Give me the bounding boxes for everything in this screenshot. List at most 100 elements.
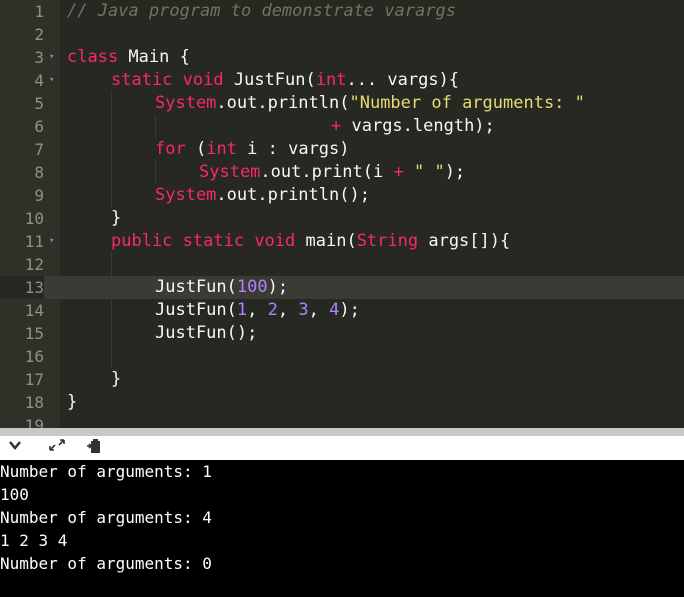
line-number: 18	[24, 393, 44, 412]
code-line[interactable]: 15 JustFun();	[0, 322, 684, 345]
line-number: 19	[24, 416, 44, 428]
code-token: ... vargs){	[346, 70, 460, 90]
keyword: System	[199, 162, 261, 182]
console-line: 1 2 3 4	[0, 531, 68, 550]
clipboard-icon[interactable]	[86, 438, 102, 460]
keyword: System	[155, 93, 217, 113]
code-text: JustFun();	[155, 322, 257, 345]
code-text: public static void main(String args[]){	[111, 230, 510, 253]
code-token: JustFun();	[155, 323, 258, 343]
keyword: int	[206, 139, 237, 159]
operator: +	[331, 116, 342, 136]
code-line[interactable]: 3 ▾ class Main {	[0, 46, 684, 69]
code-line[interactable]: 17 }	[0, 368, 684, 391]
code-line[interactable]: 14 JustFun(1, 2, 3, 4);	[0, 299, 684, 322]
code-text: for (int i : vargs)	[155, 138, 350, 161]
code-token: JustFun(	[155, 277, 237, 297]
code-text: System.out.println("Number of arguments:…	[155, 92, 585, 115]
console-line: Number of arguments: 4	[0, 508, 212, 527]
comment: // Java program to demonstrate varargs	[67, 1, 456, 21]
line-number: 3	[34, 48, 44, 67]
code-token: args[]){	[418, 231, 511, 251]
code-token: .out.print(i	[260, 162, 394, 182]
code-token: .out.println(	[216, 93, 350, 113]
line-number: 8	[34, 163, 44, 182]
code-token: (	[185, 139, 207, 159]
keyword: String	[356, 231, 419, 251]
number-literal: 3	[298, 300, 309, 320]
line-number: 7	[34, 140, 44, 159]
code-text: System.out.println();	[155, 184, 370, 207]
code-token: JustFun(	[155, 300, 237, 320]
string-literal: " "	[403, 162, 445, 182]
code-line[interactable]: 10 }	[0, 207, 684, 230]
code-editor[interactable]: 1 // Java program to demonstrate varargs…	[0, 0, 684, 428]
code-line[interactable]: 6 + vargs.length);	[0, 115, 684, 138]
code-line[interactable]: 18 }	[0, 391, 684, 414]
code-line[interactable]: 2	[0, 23, 684, 46]
code-token: vargs.length);	[341, 116, 495, 136]
code-token: Main {	[118, 47, 190, 67]
string-literal: "Number of arguments: "	[349, 93, 585, 113]
code-text: }	[111, 368, 121, 391]
keyword: void	[172, 70, 224, 90]
code-token: ,	[308, 300, 330, 320]
fold-toggle-icon[interactable]: ▾	[49, 69, 54, 92]
code-line[interactable]: 16	[0, 345, 684, 368]
fold-toggle-icon[interactable]: ▾	[49, 46, 54, 69]
line-number: 11	[24, 232, 44, 251]
code-text: JustFun(1, 2, 3, 4);	[155, 299, 360, 322]
code-token: }	[111, 208, 122, 228]
line-number: 12	[24, 255, 44, 274]
keyword: int	[315, 70, 347, 90]
line-number: 2	[34, 25, 44, 44]
line-number: 14	[24, 301, 44, 320]
fold-toggle-icon[interactable]: ▾	[49, 230, 54, 253]
console-output: Number of arguments: 1 100 Number of arg…	[0, 460, 684, 597]
keyword: static	[172, 231, 245, 251]
code-line[interactable]: 7 for (int i : vargs)	[0, 138, 684, 161]
code-token: .out.println();	[216, 185, 370, 205]
code-line[interactable]: 9 System.out.println();	[0, 184, 684, 207]
code-text: // Java program to demonstrate varargs	[67, 0, 456, 23]
number-literal: 4	[329, 300, 340, 320]
code-line[interactable]: 11 ▾ public static void main(String args…	[0, 230, 684, 253]
code-line[interactable]: 5 System.out.println("Number of argument…	[0, 92, 684, 115]
code-token: }	[111, 369, 122, 389]
operator: +	[393, 162, 404, 182]
code-text: class Main {	[67, 46, 190, 69]
keyword: System	[155, 185, 217, 205]
code-token: );	[339, 300, 360, 320]
code-line[interactable]: 12	[0, 253, 684, 276]
number-literal: 100	[236, 277, 268, 297]
chevron-down-icon[interactable]	[8, 438, 22, 458]
code-line[interactable]: 4 ▾ static void JustFun(int... vargs){	[0, 69, 684, 92]
code-text: }	[67, 391, 77, 414]
line-number: 6	[34, 117, 44, 136]
code-line[interactable]: 19	[0, 414, 684, 428]
code-line-active[interactable]: 13 JustFun(100);	[0, 276, 684, 299]
number-literal: 1	[236, 300, 248, 320]
code-text: System.out.print(i + " ");	[199, 161, 465, 184]
line-number: 4	[34, 71, 44, 90]
code-token: );	[267, 277, 289, 297]
code-text: JustFun(100);	[155, 276, 288, 299]
keyword: for	[155, 139, 186, 159]
console-line: Number of arguments: 0	[0, 554, 212, 573]
code-line[interactable]: 1 // Java program to demonstrate varargs	[0, 0, 684, 23]
horizontal-scrollbar[interactable]	[0, 428, 684, 436]
code-line[interactable]: 8 System.out.print(i + " ");	[0, 161, 684, 184]
code-token: main(	[295, 231, 357, 251]
code-token: ,	[277, 300, 299, 320]
code-token: }	[67, 392, 78, 412]
keyword: public	[111, 231, 173, 251]
keyword: class	[67, 47, 119, 67]
expand-arrows-icon[interactable]	[48, 438, 66, 458]
line-number: 15	[24, 324, 44, 343]
keyword: static	[111, 70, 173, 90]
line-number: 10	[24, 209, 44, 228]
code-token: );	[444, 162, 466, 182]
code-text: static void JustFun(int... vargs){	[111, 69, 459, 92]
console-line: 100	[0, 485, 29, 504]
keyword: void	[244, 231, 296, 251]
